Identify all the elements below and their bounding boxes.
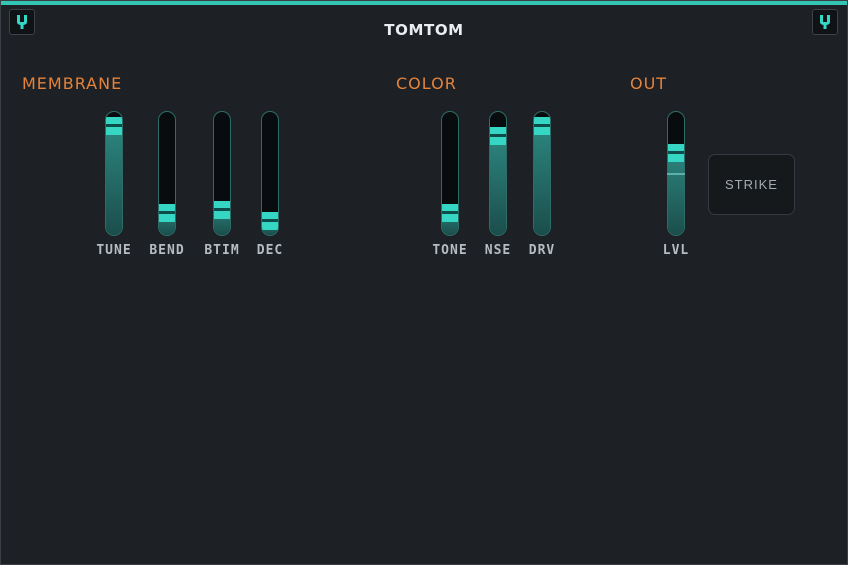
- level-meter-tick: [667, 173, 685, 175]
- slider-track[interactable]: [105, 111, 123, 236]
- slider-track[interactable]: [158, 111, 176, 236]
- slider-track[interactable]: [533, 111, 551, 236]
- page-title: TOMTOM: [384, 21, 464, 39]
- slider-thumb[interactable]: [106, 117, 122, 136]
- tomtom-panel: TOMTOM MEMBRANE COLOR OUT TUNE BEND BTIM…: [0, 0, 848, 565]
- slider-label: TUNE: [96, 243, 132, 258]
- strike-button[interactable]: STRIKE: [708, 154, 795, 215]
- slider-label: DEC: [256, 243, 284, 258]
- slider-track[interactable]: [441, 111, 459, 236]
- slider-thumb[interactable]: [159, 204, 175, 223]
- slider-label: BEND: [149, 243, 185, 258]
- slider-track[interactable]: [213, 111, 231, 236]
- slider-track[interactable]: [489, 111, 507, 236]
- section-color: COLOR: [396, 74, 457, 93]
- slider-thumb[interactable]: [534, 117, 550, 136]
- section-out: OUT: [630, 74, 668, 93]
- slider-thumb[interactable]: [668, 143, 684, 162]
- slider-thumb[interactable]: [262, 211, 278, 230]
- slider-thumb[interactable]: [214, 201, 230, 220]
- section-membrane: MEMBRANE: [22, 74, 123, 93]
- slider-thumb[interactable]: [490, 126, 506, 145]
- slider-track[interactable]: [261, 111, 279, 236]
- slider-label: LVL: [662, 243, 690, 258]
- accent-bar: [1, 1, 847, 5]
- slider-thumb[interactable]: [442, 204, 458, 223]
- slider-label: DRV: [528, 243, 556, 258]
